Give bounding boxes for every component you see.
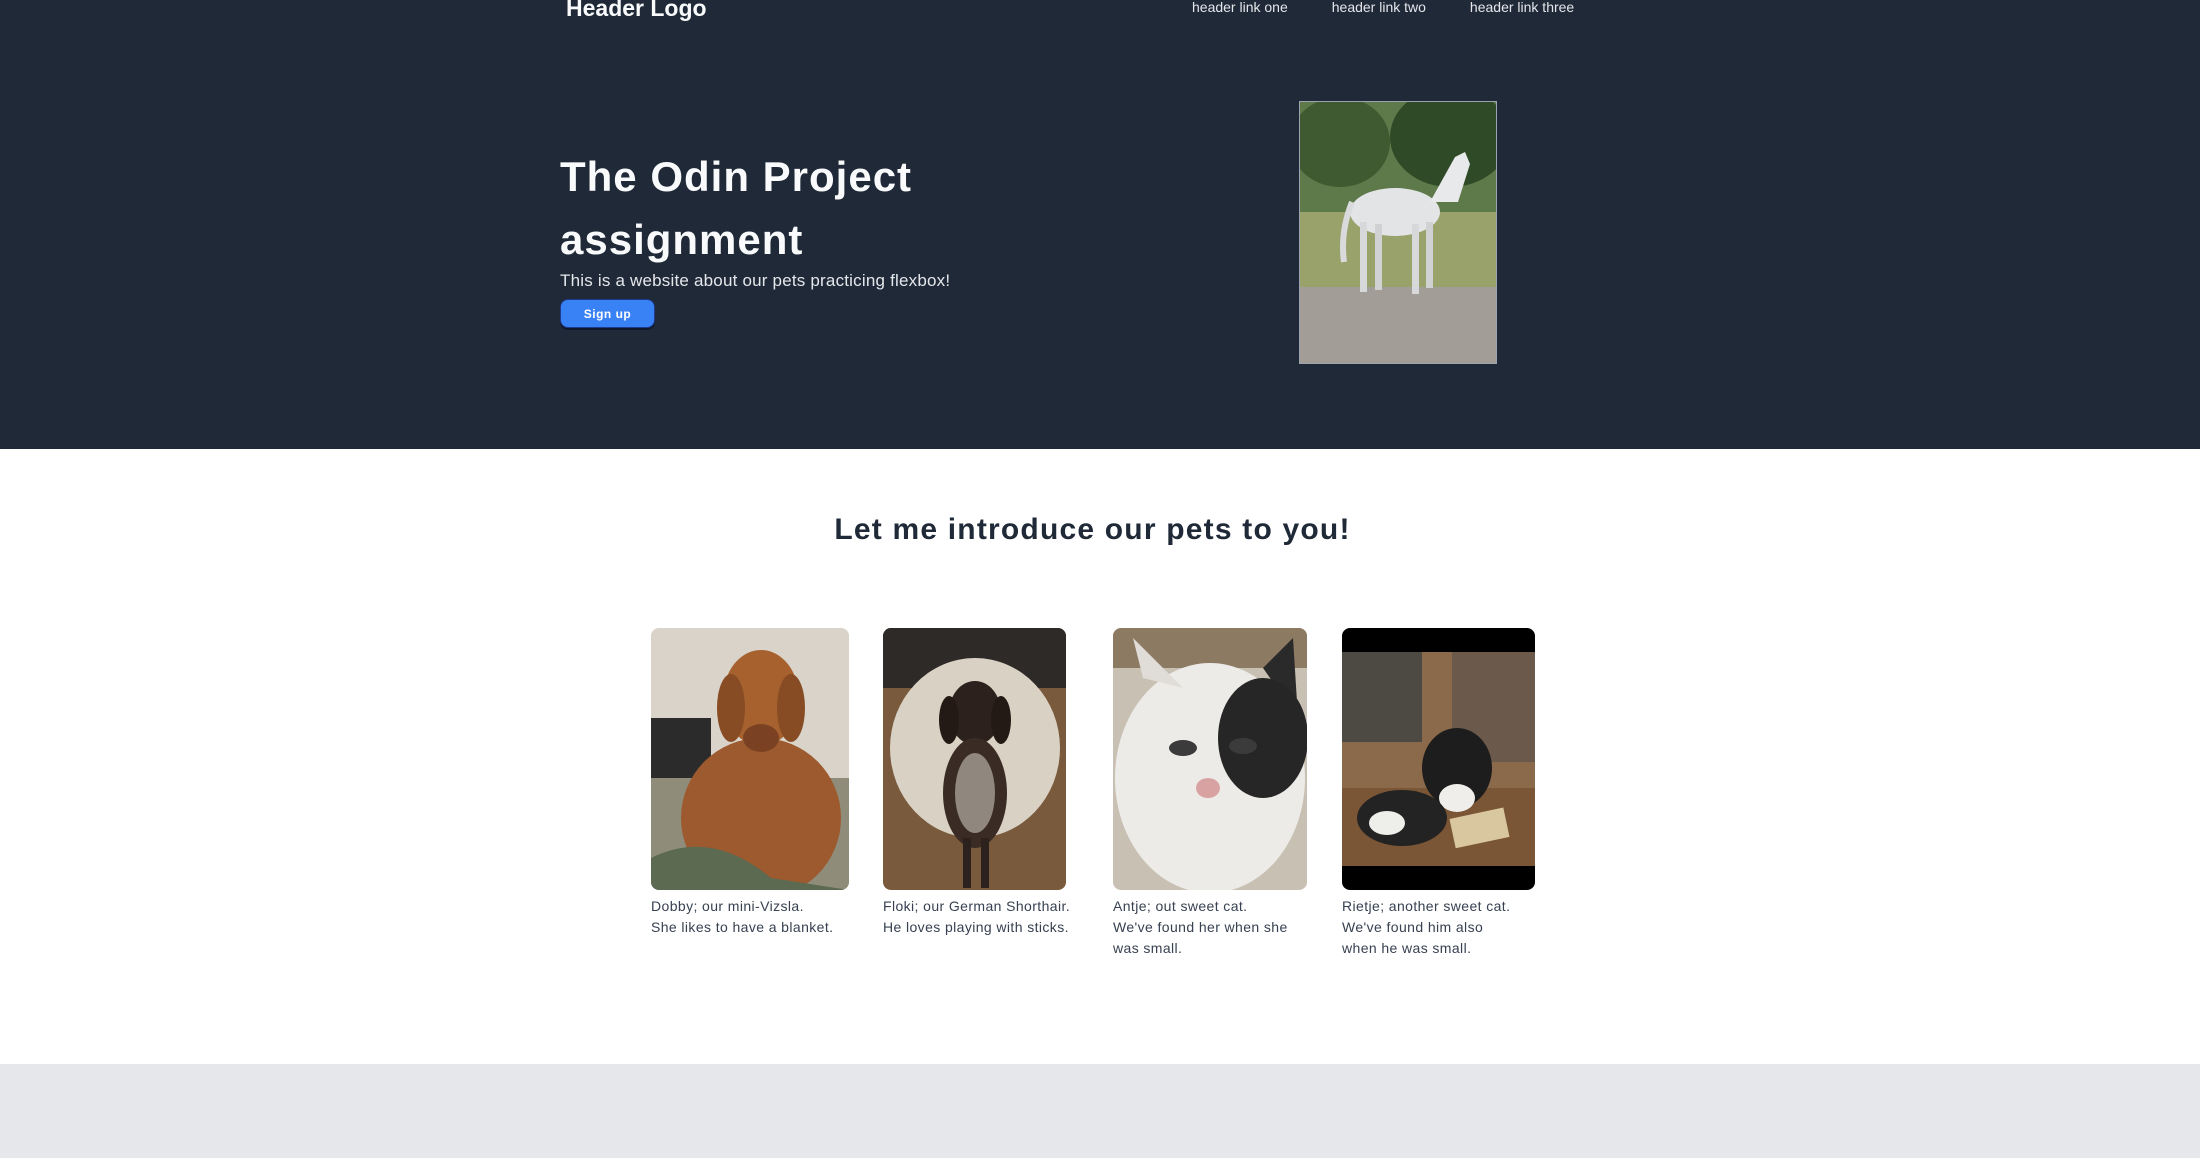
hero-horse-image	[1299, 101, 1497, 364]
horse-image	[1300, 102, 1496, 363]
cat-image	[1113, 628, 1307, 890]
header-nav: header link one header link two header l…	[1192, 0, 1618, 16]
caption-line: Floki; our German Shorthair.	[883, 898, 1071, 914]
caption-line: We've found her when she	[1113, 919, 1288, 935]
rietje-caption: Rietje; another sweet cat. We've found h…	[1342, 896, 1535, 959]
dog-image	[651, 628, 849, 890]
caption-line: was small.	[1113, 940, 1183, 956]
floki-image	[883, 628, 1066, 890]
caption-line: We've found him also	[1342, 919, 1484, 935]
header-link-two[interactable]: header link two	[1332, 0, 1426, 16]
caption-line: when he was small.	[1342, 940, 1472, 956]
caption-line: Antje; out sweet cat.	[1113, 898, 1248, 914]
rietje-image	[1342, 628, 1535, 890]
caption-line: Dobby; our mini-Vizsla.	[651, 898, 804, 914]
signup-button[interactable]: Sign up	[560, 299, 655, 328]
dog-image	[883, 628, 1066, 890]
pet-card-floki: Floki; our German Shorthair. He loves pl…	[883, 628, 1070, 938]
dobby-caption: Dobby; our mini-Vizsla. She likes to hav…	[651, 896, 849, 938]
dobby-image	[651, 628, 849, 890]
header-link-one[interactable]: header link one	[1192, 0, 1288, 16]
hero-subtitle: This is a website about our pets practic…	[560, 271, 951, 290]
antje-image	[1113, 628, 1307, 890]
caption-line: She likes to have a blanket.	[651, 919, 834, 935]
footer-band	[0, 1064, 2200, 1158]
floki-caption: Floki; our German Shorthair. He loves pl…	[883, 896, 1070, 938]
intro-title: Let me introduce our pets to you!	[834, 513, 1351, 546]
caption-line: Rietje; another sweet cat.	[1342, 898, 1511, 914]
cat-image	[1342, 628, 1535, 890]
pet-card-dobby: Dobby; our mini-Vizsla. She likes to hav…	[651, 628, 849, 938]
hero-title: The Odin Project assignment	[560, 153, 913, 263]
pet-card-antje: Antje; out sweet cat. We've found her wh…	[1113, 628, 1307, 959]
caption-line: He loves playing with sticks.	[883, 919, 1069, 935]
pet-card-rietje: Rietje; another sweet cat. We've found h…	[1342, 628, 1535, 959]
header-link-three[interactable]: header link three	[1470, 0, 1574, 16]
header-logo[interactable]: Header Logo	[566, 0, 707, 22]
antje-caption: Antje; out sweet cat. We've found her wh…	[1113, 896, 1307, 959]
hero-section: Header Logo header link one header link …	[0, 0, 2200, 449]
